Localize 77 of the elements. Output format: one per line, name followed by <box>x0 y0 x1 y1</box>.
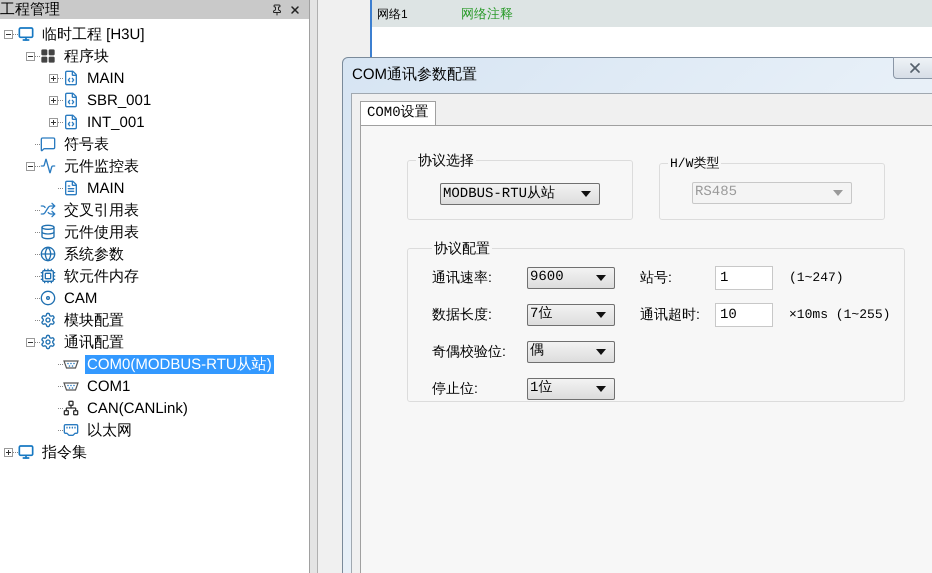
range-hint: (1~247) <box>789 268 844 287</box>
tree-item[interactable]: CAM <box>62 288 100 308</box>
tree-item[interactable]: 指令集 <box>40 442 89 462</box>
field-label: 停止位: <box>432 379 479 398</box>
gear-icon <box>40 312 56 328</box>
close-button[interactable] <box>893 57 932 79</box>
expander-icon[interactable] <box>26 52 35 60</box>
shuffle-icon <box>40 202 56 218</box>
expander-icon[interactable] <box>4 30 13 38</box>
globe-icon <box>40 246 56 262</box>
tree-item[interactable]: INT_001 <box>85 112 147 132</box>
file-icon <box>63 114 79 130</box>
tree-item[interactable]: 以太网 <box>85 420 134 440</box>
file-icon <box>63 92 79 108</box>
tree-item[interactable]: MAIN <box>85 178 126 198</box>
tree-item[interactable]: 元件监控表 <box>62 156 141 176</box>
dropdown[interactable]: 偶 <box>527 340 615 362</box>
tree-item[interactable]: CAN(CANLink) <box>85 398 190 418</box>
dropdown[interactable]: 1位 <box>527 378 615 400</box>
dropdown[interactable]: 9600 <box>527 266 615 288</box>
field-label: 数据长度: <box>432 305 493 324</box>
caret-icon <box>581 191 591 197</box>
caret-icon <box>833 190 843 196</box>
expander-icon[interactable] <box>4 448 13 456</box>
dropdown[interactable]: 7位 <box>527 304 615 326</box>
monitor-icon <box>18 26 34 42</box>
network-icon <box>63 400 79 416</box>
ethernet-port-icon <box>63 422 79 438</box>
tree-item[interactable]: 元件使用表 <box>62 222 141 242</box>
tree-item[interactable]: SBR_001 <box>85 90 154 110</box>
group-title: H/W类型 <box>669 155 720 173</box>
tree-item[interactable]: 临时工程 [H3U] <box>40 24 147 44</box>
grid-icon <box>40 48 56 64</box>
tree-item[interactable]: 通讯配置 <box>62 332 126 352</box>
tree-item[interactable]: 符号表 <box>62 134 111 154</box>
field-label: 奇偶校验位: <box>432 342 507 361</box>
caret-icon <box>596 312 606 318</box>
caret-icon <box>596 348 606 354</box>
group-title: 协议选择 <box>417 151 475 170</box>
tree-item[interactable]: 系统参数 <box>62 244 126 264</box>
disc-icon <box>40 290 56 306</box>
field-label: 站号: <box>640 268 673 287</box>
expander-icon[interactable] <box>49 118 58 126</box>
gear-icon <box>40 334 56 350</box>
tree-item[interactable]: 软元件内存 <box>62 266 141 286</box>
tree-item[interactable]: 程序块 <box>62 46 111 66</box>
chip-icon <box>40 268 56 284</box>
pin-icon[interactable] <box>271 4 283 16</box>
tree-item[interactable]: MAIN <box>85 68 126 88</box>
network-label: 网络1 <box>377 6 409 22</box>
expander-icon[interactable] <box>26 162 35 170</box>
document-icon <box>63 180 79 196</box>
pulse-icon <box>40 158 56 174</box>
monitor-icon <box>18 444 34 460</box>
tree-item[interactable]: COM1 <box>85 376 132 396</box>
database-icon <box>40 224 56 240</box>
tree-item[interactable]: 交叉引用表 <box>62 200 141 220</box>
expander-icon[interactable] <box>49 96 58 104</box>
caret-icon <box>596 386 606 392</box>
network-comment: 网络注释 <box>461 4 513 23</box>
field-label: 通讯超时: <box>640 305 701 324</box>
expander-icon[interactable] <box>49 74 58 82</box>
dialog-title: COM通讯参数配置 <box>352 65 477 86</box>
input-field[interactable]: 1 <box>715 266 773 290</box>
close-icon[interactable] <box>289 4 301 16</box>
tab[interactable]: COM0设置 <box>360 101 436 125</box>
dropdown[interactable]: MODBUS-RTU从站 <box>440 183 600 205</box>
expander-icon[interactable] <box>26 338 35 346</box>
input-field[interactable]: 10 <box>715 302 773 326</box>
tree-item[interactable]: 模块配置 <box>62 310 126 330</box>
field-label: 通讯速率: <box>432 268 493 287</box>
file-icon <box>63 70 79 86</box>
caret-icon <box>596 274 606 280</box>
speech-bubble-icon <box>40 136 56 152</box>
group-title: 协议配置 <box>433 239 491 258</box>
range-hint: ×10ms (1~255) <box>789 306 890 324</box>
panel-title: 工程管理 <box>0 0 60 18</box>
